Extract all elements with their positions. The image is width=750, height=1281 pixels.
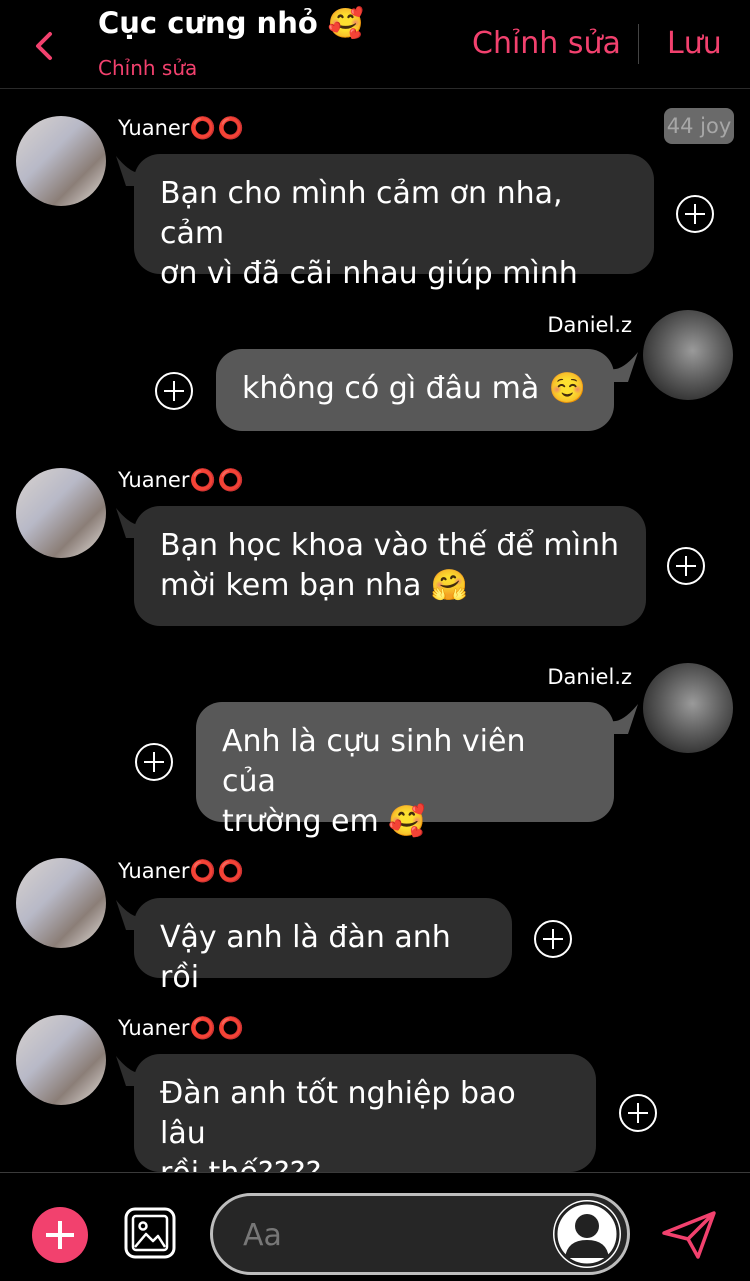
sender-badge: ⭕⭕ [189,468,246,492]
message-text-line: Anh là cựu sinh viên của [222,724,526,799]
sender-name: Daniel.z [547,665,632,689]
sender-name: Daniel.z [547,313,632,337]
message-text-line: Bạn học khoa vào thế để mình [160,528,619,563]
sender-badge: ⭕⭕ [189,859,246,883]
persona-silhouette-icon [554,1201,620,1267]
avatar-yuaner[interactable] [16,468,106,558]
sender-name: Yuaner⭕⭕ [118,859,246,884]
back-chevron-icon[interactable] [28,26,62,66]
edit-button[interactable]: Chỉnh sửa [472,26,621,61]
avatar-daniel[interactable] [643,310,733,400]
message-text-line: trường em 🥰 [222,804,426,839]
image-icon[interactable] [124,1207,176,1259]
header-divider [638,24,639,64]
add-reaction-button[interactable] [155,372,193,410]
message-bubble[interactable]: Anh là cựu sinh viên của trường em 🥰 [196,702,614,839]
add-reaction-button[interactable] [135,743,173,781]
message-text-line: Đàn anh tốt nghiệp bao lâu [160,1076,516,1151]
message-bubble[interactable]: Bạn cho mình cảm ơn nha, cảm ơn vì đã cã… [134,154,654,291]
add-reaction-button[interactable] [676,195,714,233]
sender-name: Yuaner⭕⭕ [118,116,246,141]
avatar-yuaner[interactable] [16,116,106,206]
avatar-yuaner[interactable] [16,1015,106,1105]
message-input[interactable] [241,1212,555,1258]
sender-label: Yuaner [118,468,190,492]
message-bubble[interactable]: Vậy anh là đàn anh rồi [134,898,512,995]
chat-subtitle[interactable]: Chỉnh sửa [98,56,197,80]
sender-label: Yuaner [118,116,190,140]
sender-badge: ⭕⭕ [189,1016,246,1040]
joy-counter-badge: 44 joy [664,108,734,144]
message-text-line: ơn vì đã cãi nhau giúp mình [160,256,578,291]
message-text-line: Bạn cho mình cảm ơn nha, cảm [160,176,563,251]
sender-label: Yuaner [118,1016,190,1040]
message-input-container [210,1193,630,1275]
composer-bar [0,1172,750,1281]
sender-name: Yuaner⭕⭕ [118,1016,246,1041]
chat-title: Cục cưng nhỏ 🥰 [98,6,364,40]
add-attachment-button[interactable] [32,1207,88,1263]
message-bubble[interactable]: Bạn học khoa vào thế để mình mời kem bạn… [134,506,646,626]
add-reaction-button[interactable] [619,1094,657,1132]
message-text-line: mời kem bạn nha 🤗 [160,568,469,603]
sender-badge: ⭕⭕ [189,116,246,140]
avatar-yuaner[interactable] [16,858,106,948]
message-text-line: không có gì đâu mà ☺️ [242,371,587,406]
add-reaction-button[interactable] [667,547,705,585]
sender-name: Yuaner⭕⭕ [118,468,246,493]
send-icon[interactable] [660,1209,718,1261]
add-reaction-button[interactable] [534,920,572,958]
message-bubble[interactable]: không có gì đâu mà ☺️ [216,349,614,431]
sender-label: Yuaner [118,859,190,883]
message-bubble[interactable]: Đàn anh tốt nghiệp bao lâu rồi thế???? [134,1054,596,1191]
avatar-daniel[interactable] [643,663,733,753]
persona-avatar-icon[interactable] [553,1200,621,1268]
save-button[interactable]: Lưu [667,26,722,61]
message-text-line: Vậy anh là đàn anh rồi [160,920,451,995]
chat-header: Cục cưng nhỏ 🥰 Chỉnh sửa Chỉnh sửa Lưu [0,0,750,89]
